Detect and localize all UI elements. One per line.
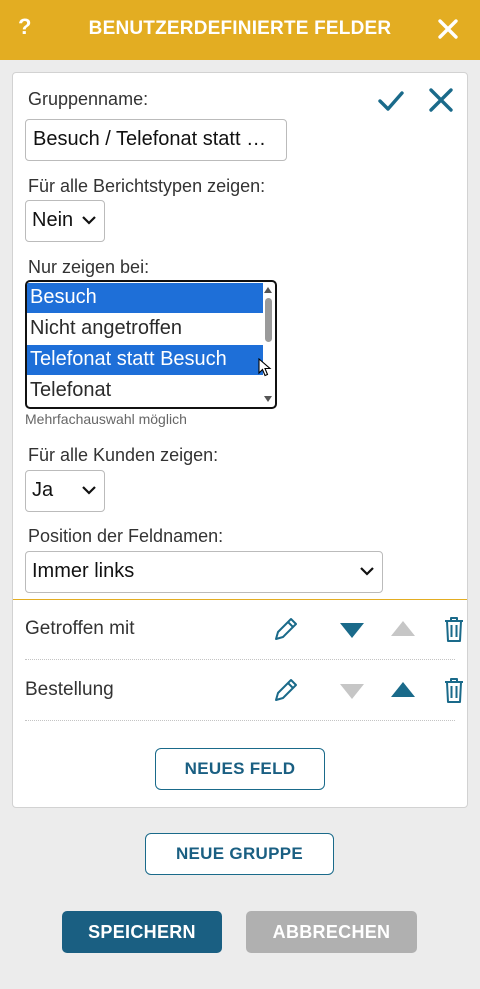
move-down-icon [340, 684, 364, 699]
group-name-input[interactable]: Besuch / Telefonat statt Besuch [25, 119, 287, 161]
field-name-position-value: Immer links [32, 560, 135, 582]
pencil-icon[interactable] [271, 675, 301, 705]
only-show-label: Nur zeigen bei: [28, 257, 150, 277]
row-divider [25, 659, 455, 660]
trash-icon[interactable] [439, 614, 469, 644]
field-name: Bestellung [25, 679, 114, 700]
only-show-multiselect[interactable]: Besuch Nicht angetroffen Telefonat statt… [25, 280, 277, 409]
dialog-header: ? BENUTZERDEFINIERTE FELDER [0, 0, 480, 60]
pencil-icon[interactable] [271, 614, 301, 644]
scroll-down-arrow-icon[interactable] [264, 396, 272, 402]
new-field-button[interactable]: NEUES FELD [155, 748, 325, 790]
scroll-up-arrow-icon[interactable] [264, 287, 272, 293]
close-icon[interactable] [428, 87, 454, 113]
field-name-position-label: Position der Feldnamen: [28, 526, 224, 546]
field-name-position-select[interactable]: Immer links [25, 551, 383, 593]
field-row-getroffen-mit: Getroffen mit [25, 600, 463, 660]
row-divider [25, 720, 455, 721]
move-down-icon[interactable] [337, 614, 367, 644]
field-name: Getroffen mit [25, 618, 135, 639]
group-name-label: Gruppenname: [28, 89, 149, 109]
show-all-types-select[interactable]: Nein [25, 200, 105, 242]
checkmark-icon[interactable] [377, 87, 405, 115]
list-item[interactable]: Nicht angetroffen [27, 314, 263, 344]
trash-icon[interactable] [439, 675, 469, 705]
list-item[interactable]: Telefonat statt Besuch [27, 345, 263, 375]
new-group-button[interactable]: NEUE GRUPPE [145, 833, 334, 875]
field-row-bestellung: Bestellung [25, 661, 463, 721]
show-all-customers-label: Für alle Kunden zeigen: [28, 445, 219, 465]
multiselect-hint: Mehrfachauswahl möglich [25, 411, 187, 427]
show-all-types-label: Für alle Berichtstypen zeigen: [28, 176, 266, 196]
group-card: Gruppenname: Besuch / Telefonat statt Be… [12, 72, 468, 808]
list-item[interactable]: Telefonat [27, 376, 263, 406]
save-button[interactable]: SPEICHERN [62, 911, 222, 953]
close-icon[interactable] [436, 17, 460, 41]
show-all-customers-value: Ja [32, 479, 54, 501]
move-up-icon[interactable] [388, 675, 418, 705]
move-up-icon [391, 621, 415, 636]
scrollbar-thumb[interactable] [265, 298, 272, 342]
scrollbar[interactable] [263, 284, 273, 405]
list-item[interactable]: Besuch [27, 283, 263, 313]
chevron-down-icon [82, 486, 96, 495]
chevron-down-icon [82, 216, 96, 225]
mouse-cursor-icon [258, 358, 272, 377]
show-all-customers-select[interactable]: Ja [25, 470, 105, 512]
dialog-title: BENUTZERDEFINIERTE FELDER [88, 18, 392, 39]
chevron-down-icon [360, 567, 374, 576]
show-all-types-value: Nein [32, 209, 74, 231]
cancel-button[interactable]: ABBRECHEN [246, 911, 417, 953]
